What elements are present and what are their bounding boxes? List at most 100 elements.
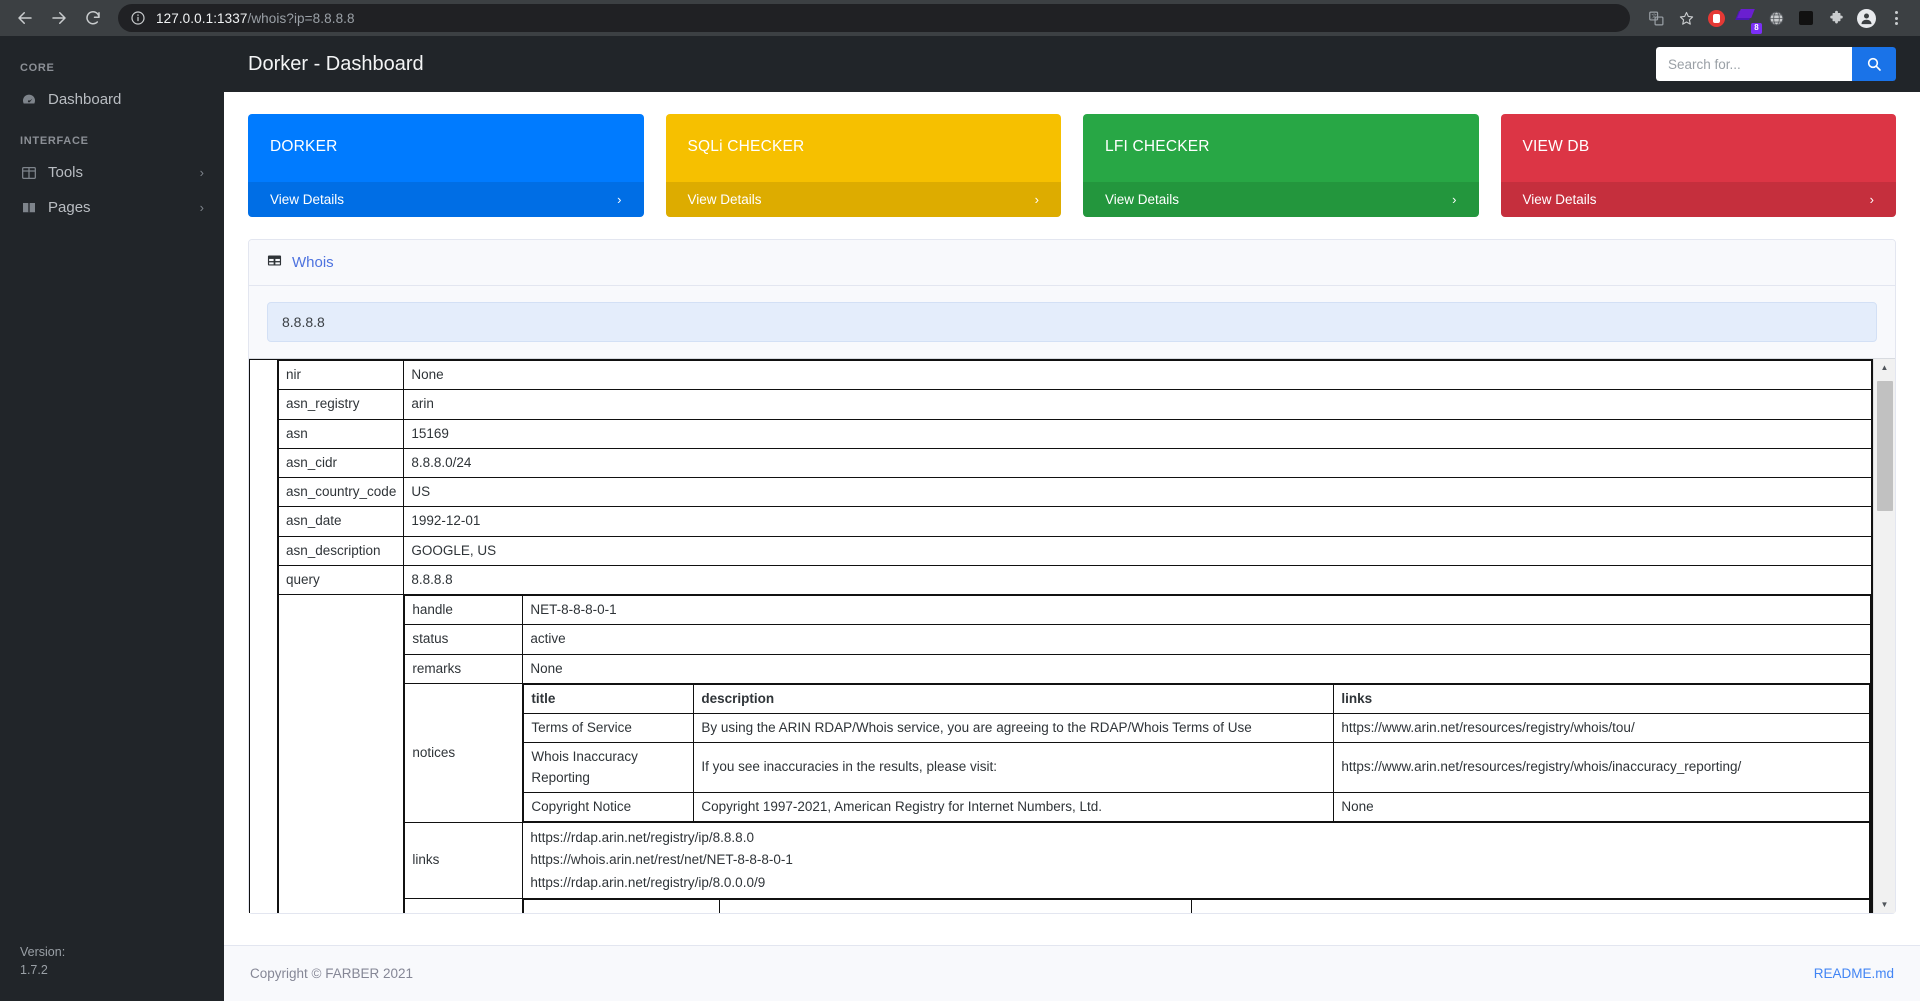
row-key-network: network [277, 594, 405, 913]
sidebar-heading-interface: INTERFACE [20, 135, 89, 147]
links-table: https://rdap.arin.net/registry/ip/8.8.8.… [523, 823, 1871, 898]
row-value: 8.8.8.0/24 [403, 447, 1872, 479]
card-title: SQLi CHECKER [687, 138, 805, 155]
columns-icon [20, 165, 37, 181]
puzzle-extensions-icon[interactable] [1822, 4, 1850, 32]
search-button[interactable] [1852, 47, 1896, 81]
row-value: 15169 [403, 418, 1872, 449]
reload-icon[interactable] [78, 3, 108, 33]
whois-data-cell: nir None asn_registry arin asn 15169 asn… [277, 359, 1873, 913]
card-link-label: View Details [687, 192, 762, 207]
table-row: asn_description GOOGLE, US [277, 535, 1872, 566]
url-host: 127.0.0.1:1337 [156, 10, 248, 26]
table-row-network: network handle [277, 594, 1872, 913]
topnav: Dorker - Dashboard [224, 36, 1920, 92]
table-row: Terms of Service By using the ARIN RDAP/… [523, 712, 1870, 744]
link-item: https://rdap.arin.net/registry/ip/8.8.8.… [530, 830, 754, 845]
chevron-right-icon: › [199, 165, 204, 180]
link-item: https://whois.arin.net/rest/net/NET-8-8-… [530, 852, 793, 868]
card-view-details-lfi[interactable]: View Details › [1083, 182, 1479, 217]
profile-avatar-icon[interactable] [1852, 4, 1880, 32]
page-title: Dorker - Dashboard [248, 52, 424, 75]
notice-description: Copyright 1997-2021, American Registry f… [693, 791, 1335, 823]
network-table: handle NET-8-8-8-0-1 status active remar… [404, 594, 1871, 913]
card-sqli-checker[interactable]: SQLi CHECKER View Details › [665, 114, 1061, 217]
card-link-label: View Details [270, 192, 345, 207]
notices-table: title description links Terms of Service… [523, 683, 1870, 823]
card-lfi-checker[interactable]: LFI CHECKER View Details › [1083, 114, 1479, 217]
links-list: https://rdap.arin.net/registry/ip/8.8.8.… [523, 823, 1871, 898]
whois-panel-title: Whois [292, 254, 334, 271]
black-square-extension-icon[interactable] [1792, 4, 1820, 32]
links-cell: https://rdap.arin.net/registry/ip/8.8.8.… [522, 822, 1871, 899]
whois-panel: Whois 8.8.8.8 nir None asn_registry arin… [248, 239, 1896, 914]
sidebar-heading-core: CORE [20, 62, 55, 74]
globe-icon[interactable] [1762, 4, 1790, 32]
card-view-details-viewdb[interactable]: View Details › [1500, 182, 1896, 217]
scrollbar-thumb[interactable] [1877, 381, 1893, 511]
col-header-links: links [1333, 683, 1870, 715]
sidebar-item-label: Dashboard [48, 91, 122, 108]
bookmark-star-icon[interactable] [1672, 4, 1700, 32]
link-item: https://rdap.arin.net/registry/ip/8.0.0.… [530, 874, 766, 890]
sidebar: CORE Dashboard INTERFACE Tools › Pages ›… [0, 36, 224, 1001]
notice-links: https://www.arin.net/resources/registry/… [1333, 742, 1870, 793]
sidebar-nav: CORE Dashboard INTERFACE Tools › Pages › [0, 36, 224, 929]
row-value: US [403, 476, 1872, 508]
row-key: asn [277, 418, 405, 449]
row-value: NET-8-8-8-0-1 [522, 594, 1871, 626]
row-key: asn_cidr [277, 447, 405, 479]
url-path: /whois?ip=8.8.8.8 [247, 10, 355, 26]
row-key: asn_description [277, 535, 405, 566]
table-row: nir None asn_registry arin asn 15169 asn… [249, 359, 1873, 913]
ip-input[interactable]: 8.8.8.8 [267, 302, 1877, 342]
row-value: None [522, 653, 1871, 684]
whois-panel-header: Whois [249, 240, 1895, 286]
sidebar-version: Version: 1.7.2 [0, 929, 224, 1001]
chevron-right-icon: › [199, 200, 204, 215]
clipped-col-3 [1191, 898, 1870, 913]
footer-copyright: Copyright © FARBER 2021 [250, 966, 414, 981]
sidebar-item-pages[interactable]: Pages › [0, 190, 224, 225]
content-area: DORKER View Details › SQLi CHECKER View … [224, 92, 1920, 945]
topnav-search [1656, 47, 1896, 81]
scroll-up-arrow-icon[interactable]: ▲ [1881, 359, 1889, 376]
card-view-details-sqli[interactable]: View Details › [665, 182, 1061, 217]
tachometer-icon [20, 92, 37, 108]
search-input[interactable] [1656, 47, 1852, 81]
back-arrow-icon[interactable] [10, 3, 40, 33]
address-bar[interactable]: 127.0.0.1:1337/whois?ip=8.8.8.8 [118, 4, 1630, 32]
table-vertical-scrollbar[interactable]: ▲ ▼ [1873, 359, 1895, 913]
forward-arrow-icon[interactable] [44, 3, 74, 33]
search-icon [1867, 57, 1881, 71]
site-info-icon[interactable] [130, 10, 146, 26]
translate-icon[interactable]: 文 [1642, 4, 1670, 32]
table-row: query 8.8.8.8 [277, 564, 1872, 596]
notice-links: None [1333, 791, 1870, 823]
card-view-db[interactable]: VIEW DB View Details › [1500, 114, 1896, 217]
row-key-notices: notices [404, 682, 524, 824]
layers-extension-icon[interactable]: 8 [1732, 4, 1762, 34]
row-value: None [403, 359, 1872, 391]
card-dorker[interactable]: DORKER View Details › [248, 114, 644, 217]
readme-link[interactable]: README.md [1814, 966, 1894, 981]
svg-text:文: 文 [1651, 12, 1657, 20]
row-key: asn_registry [277, 389, 405, 420]
clipped-table [523, 898, 1870, 913]
browser-menu-icon[interactable] [1882, 4, 1910, 32]
table-header-row [523, 898, 1870, 913]
sidebar-item-dashboard[interactable]: Dashboard [0, 82, 224, 117]
ublock-stop-icon[interactable] [1702, 4, 1730, 32]
browser-toolbar: 127.0.0.1:1337/whois?ip=8.8.8.8 文 8 [0, 0, 1920, 36]
chevron-right-icon: › [1869, 192, 1874, 207]
row-key: asn_country_code [277, 476, 405, 508]
table-row: status active [404, 624, 1871, 655]
row-key: nir [277, 359, 405, 391]
clipped-col-2 [718, 898, 1193, 913]
scroll-down-arrow-icon[interactable]: ▼ [1881, 896, 1889, 913]
sidebar-item-tools[interactable]: Tools › [0, 155, 224, 190]
whois-result-scroll: nir None asn_registry arin asn 15169 asn… [249, 358, 1895, 913]
notice-description: By using the ARIN RDAP/Whois service, yo… [693, 712, 1335, 744]
card-view-details-dorker[interactable]: View Details › [248, 182, 644, 217]
row-key: remarks [404, 653, 524, 684]
